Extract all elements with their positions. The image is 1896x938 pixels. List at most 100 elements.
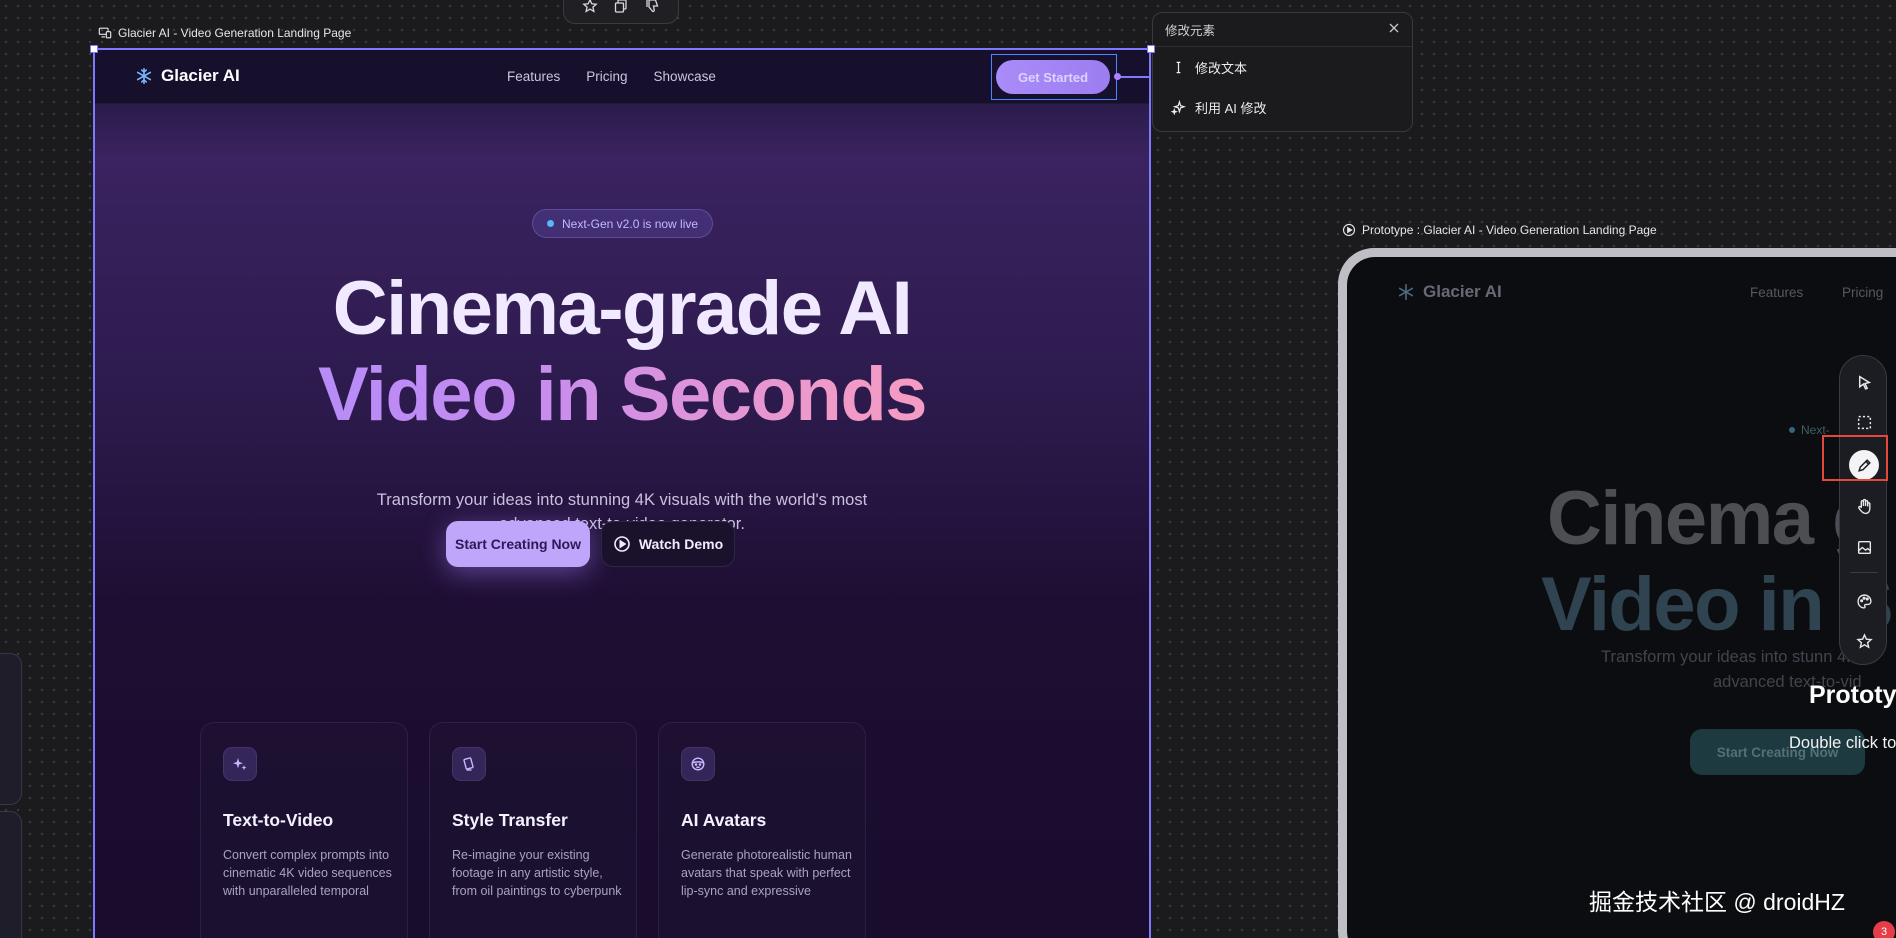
hero-subtitle-line1: Transform your ideas into stunning 4K vi…: [376, 491, 868, 509]
watch-demo-button[interactable]: Watch Demo: [601, 521, 735, 567]
card-desc-line: lip-sync and expressive: [681, 884, 811, 898]
prototype-tool-rail: [1839, 355, 1887, 665]
card-desc-line: from oil paintings to cyberpunk: [452, 884, 622, 898]
live-dot: [1789, 427, 1795, 433]
card-description: Re-imagine your existing footage in any …: [452, 846, 622, 900]
connector-dot: [1114, 73, 1121, 80]
brand-logo[interactable]: Glacier AI: [135, 66, 240, 86]
version-badge[interactable]: Next-Gen v2.0 is now live: [532, 209, 714, 238]
feature-card-text-to-video[interactable]: Text-to-Video Convert complex prompts in…: [200, 722, 408, 938]
notification-badge[interactable]: 3: [1873, 921, 1895, 938]
landing-page-frame[interactable]: Glacier AI Features Pricing Showcase Get…: [93, 48, 1151, 938]
duplicate-button[interactable]: [613, 0, 629, 14]
nav-links: Features Pricing Showcase: [507, 69, 716, 84]
card-icon-box: [223, 747, 257, 781]
feature-card-style-transfer[interactable]: Style Transfer Re-imagine your existing …: [429, 722, 637, 938]
card-icon-box: [452, 747, 486, 781]
selection-connector: [1117, 76, 1149, 78]
badge-text: Next-Gen v2.0 is now live: [562, 216, 699, 231]
prototype-overlay-title: Prototy: [1809, 681, 1896, 709]
snowflake-icon: [136, 67, 152, 85]
responsive-devices-icon: [98, 27, 112, 39]
tool-select[interactable]: [1849, 367, 1879, 397]
edit-text-option[interactable]: 修改文本: [1153, 47, 1412, 87]
favorite-button[interactable]: [581, 0, 598, 14]
tool-favorite[interactable]: [1849, 626, 1879, 656]
nav-link-showcase[interactable]: Showcase: [654, 69, 716, 84]
play-circle-icon: [1342, 223, 1356, 237]
dislike-button[interactable]: [644, 0, 660, 14]
selection-outline: [991, 54, 1117, 100]
brand-name: Glacier AI: [161, 66, 240, 85]
tool-marquee[interactable]: [1849, 407, 1879, 437]
watermark: 掘金技术社区 @ droidHZ: [1589, 889, 1845, 915]
copy-icon: [614, 0, 627, 13]
nav-link-pricing[interactable]: Pricing: [586, 69, 627, 84]
popup-header: 修改元素: [1153, 13, 1412, 47]
popup-close-button[interactable]: [1388, 22, 1400, 37]
start-creating-button[interactable]: Start Creating Now: [446, 521, 590, 567]
prototype-subtitle-line1: Transform your ideas into stunn 4K: [1601, 648, 1858, 666]
prototype-frame-title: Prototype : Glacier AI - Video Generatio…: [1362, 223, 1657, 237]
cursor-icon: [1858, 374, 1871, 390]
card-title: Style Transfer: [452, 810, 568, 830]
resize-handle-top-right[interactable]: [1147, 45, 1155, 53]
prototype-device-frame[interactable]: Glacier AI Features Pricing Next- Cinema…: [1338, 248, 1896, 938]
palette-icon: [1856, 593, 1872, 609]
card-title: AI Avatars: [681, 810, 767, 830]
prototype-frame-label[interactable]: Prototype : Glacier AI - Video Generatio…: [1342, 223, 1657, 237]
sparkle-icon: [1171, 99, 1186, 115]
hero-title-line1: Cinema-grade AI: [332, 266, 913, 351]
snowflake-icon: [1398, 283, 1414, 301]
brush-icon: [463, 757, 474, 771]
prototype-nav-features: Features: [1750, 285, 1804, 300]
text-cursor-icon: [1176, 61, 1181, 73]
tool-divider: [1850, 572, 1878, 573]
prototype-overlay-hint: Double click to: [1789, 734, 1896, 752]
ai-edit-option[interactable]: 利用 AI 修改: [1153, 87, 1412, 127]
card-description: Generate photorealistic human avatars th…: [681, 846, 852, 900]
popup-title: 修改元素: [1165, 24, 1216, 38]
feature-card-ai-avatars[interactable]: AI Avatars Generate photorealistic human…: [658, 722, 866, 938]
card-desc-line: Re-imagine your existing: [452, 848, 590, 862]
tool-theme[interactable]: [1849, 586, 1879, 616]
prototype-screen[interactable]: Glacier AI Features Pricing Next- Cinema…: [1347, 257, 1896, 938]
prototype-brand: Glacier AI: [1397, 282, 1502, 302]
play-circle-icon: [614, 536, 630, 552]
card-desc-line: Generate photorealistic human: [681, 848, 852, 862]
resize-handle-top-left[interactable]: [90, 45, 98, 53]
left-side-panel-upper: [0, 653, 22, 805]
watch-demo-label: Watch Demo: [638, 536, 724, 552]
sparkles-icon: [233, 758, 247, 771]
card-title: Text-to-Video: [223, 810, 334, 830]
hero-title-line2: Video in Seconds: [95, 352, 1149, 438]
card-desc-line: cinematic 4K video sequences: [223, 866, 392, 880]
main-frame-label[interactable]: Glacier AI - Video Generation Landing Pa…: [98, 26, 351, 40]
hero-title: Cinema-grade AI Video in Seconds: [95, 266, 1149, 438]
annotation-highlight-box: [1822, 435, 1888, 481]
close-icon: [1389, 23, 1399, 33]
live-dot: [547, 220, 554, 227]
nav-link-features[interactable]: Features: [507, 69, 560, 84]
edit-text-label: 修改文本: [1195, 60, 1248, 76]
tool-image[interactable]: [1849, 532, 1879, 562]
card-icon-box: [681, 747, 715, 781]
card-desc-line: footage in any artistic style,: [452, 866, 603, 880]
ai-edit-label: 利用 AI 修改: [1195, 100, 1267, 116]
left-side-panel-lower: [0, 811, 22, 938]
image-icon: [1857, 540, 1871, 554]
marquee-select-icon: [1857, 415, 1871, 429]
card-description: Convert complex prompts into cinematic 4…: [223, 846, 392, 900]
card-desc-line: Convert complex prompts into: [223, 848, 390, 862]
floating-toolbar: [563, 0, 679, 24]
tool-pan[interactable]: [1849, 491, 1879, 521]
hand-icon: [1857, 498, 1871, 514]
prototype-nav-pricing: Pricing: [1842, 285, 1884, 300]
main-frame-title: Glacier AI - Video Generation Landing Pa…: [118, 26, 352, 40]
star-icon: [1855, 632, 1873, 649]
card-desc-line: avatars that speak with perfect: [681, 866, 851, 880]
face-icon: [691, 757, 705, 771]
prototype-title-line1: Cinema g: [1547, 476, 1879, 561]
star-icon: [581, 0, 598, 13]
card-desc-line: with unparalleled temporal: [223, 884, 369, 898]
